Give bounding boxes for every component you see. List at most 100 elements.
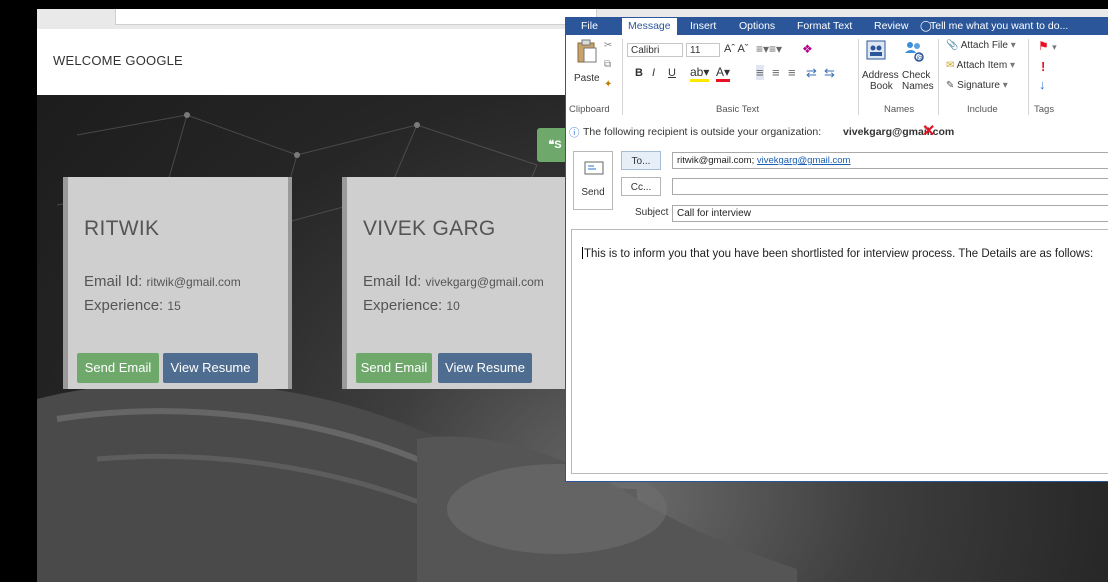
- to-button[interactable]: To...: [621, 151, 661, 170]
- send-button[interactable]: Send: [573, 151, 613, 210]
- candidate-experience: 15: [167, 299, 181, 313]
- tab-file[interactable]: File: [581, 18, 598, 35]
- align-center-icon[interactable]: ≡: [772, 65, 780, 80]
- address-book-label-1: Address: [862, 70, 899, 81]
- address-book-label-2: Book: [870, 81, 893, 92]
- signature-label: Signature: [957, 80, 1000, 91]
- view-resume-button[interactable]: View Resume: [438, 353, 532, 383]
- to-recipient: ritwik@gmail.com;: [677, 155, 755, 166]
- envelope-icon: [584, 161, 604, 175]
- bullets-icon[interactable]: ≡▾≡▾: [756, 42, 782, 56]
- basic-text-group-label: Basic Text: [716, 104, 760, 115]
- check-names-label-2: Names: [902, 81, 934, 92]
- attach-file-label: Attach File: [960, 40, 1008, 51]
- to-field[interactable]: ritwik@gmail.com; vivekgarg@gmail.com: [672, 152, 1108, 169]
- cc-field[interactable]: [672, 178, 1108, 195]
- underline-button[interactable]: U: [668, 67, 676, 79]
- info-icon: ⓘ: [569, 127, 580, 139]
- outlook-compose-window: File Message Insert Options Format Text …: [565, 17, 1108, 482]
- infobar-message: The following recipient is outside your …: [583, 126, 822, 138]
- tab-options[interactable]: Options: [739, 18, 775, 35]
- check-names-button[interactable]: Check Names: [902, 70, 934, 92]
- tab-review[interactable]: Review: [874, 18, 908, 35]
- send-email-button[interactable]: Send Email: [77, 353, 159, 383]
- paste-button[interactable]: Paste: [574, 73, 600, 84]
- align-left-icon[interactable]: ≡: [756, 65, 764, 80]
- candidate-email: vivekgarg@gmail.com: [425, 275, 544, 289]
- names-group-label: Names: [884, 104, 915, 115]
- cc-button[interactable]: Cc...: [621, 177, 661, 196]
- candidate-email: ritwik@gmail.com: [146, 275, 241, 289]
- text-cursor: [582, 247, 583, 259]
- experience-label: Experience:: [363, 297, 443, 314]
- paste-icon: [577, 39, 597, 63]
- to-recipient-link[interactable]: vivekgarg@gmail.com: [757, 155, 851, 166]
- grow-font-icon[interactable]: Aˆ Aˇ: [724, 43, 748, 55]
- send-email-button[interactable]: Send Email: [356, 353, 432, 383]
- external-recipient-infobar: ⓘ The following recipient is outside you…: [566, 120, 1108, 144]
- include-group-label: Include: [967, 104, 998, 115]
- candidate-name: VIVEK GARG: [363, 217, 496, 240]
- tab-format-text[interactable]: Format Text: [797, 18, 852, 35]
- subject-label: Subject: [635, 207, 669, 218]
- font-color-icon[interactable]: A▾: [716, 65, 731, 82]
- low-importance-icon[interactable]: ↓: [1039, 77, 1046, 92]
- close-icon[interactable]: ✕: [922, 121, 935, 141]
- group-separator: [858, 39, 859, 115]
- italic-button[interactable]: I: [652, 67, 655, 79]
- clear-formatting-icon[interactable]: ❖: [802, 42, 813, 56]
- subject-field[interactable]: Call for interview: [672, 205, 1108, 222]
- welcome-text: WELCOME GOOGLE: [53, 53, 183, 68]
- format-painter-icon[interactable]: ✦: [604, 79, 612, 90]
- candidate-experience-line: Experience: 10: [363, 297, 460, 314]
- group-separator: [938, 39, 939, 115]
- attach-item-button[interactable]: ✉ Attach Item ▾: [946, 60, 1015, 71]
- svg-text:@: @: [917, 55, 924, 62]
- ribbon-tab-bar: File Message Insert Options Format Text …: [566, 17, 1108, 35]
- font-name-select[interactable]: Calibri: [627, 43, 683, 57]
- tell-me-search[interactable]: Tell me what you want to do...: [930, 18, 1068, 35]
- copy-icon[interactable]: ⧉: [604, 59, 611, 70]
- infobar-email: vivekgarg@gmail.com: [843, 126, 955, 138]
- tab-message[interactable]: Message: [622, 18, 677, 35]
- indent-icon[interactable]: ⇄: [806, 65, 817, 81]
- candidate-card: RITWIK Email Id: ritwik@gmail.com Experi…: [63, 177, 292, 389]
- send-label: Send: [581, 187, 605, 198]
- high-importance-icon[interactable]: !: [1041, 59, 1045, 74]
- attach-item-label: Attach Item: [956, 60, 1008, 71]
- check-names-icon: @: [905, 42, 924, 62]
- group-separator: [1028, 39, 1029, 115]
- tags-group-label: Tags: [1034, 104, 1055, 115]
- check-names-label-1: Check: [902, 70, 931, 81]
- email-label: Email Id:: [363, 273, 422, 290]
- highlight-icon[interactable]: ab▾: [690, 65, 710, 82]
- experience-label: Experience:: [84, 297, 164, 314]
- follow-up-flag-icon[interactable]: ⚑ ▾: [1038, 39, 1057, 53]
- attach-item-icon: ✉: [946, 60, 955, 71]
- message-body-editor[interactable]: This is to inform you that you have been…: [571, 229, 1108, 474]
- bold-button[interactable]: B: [635, 67, 643, 79]
- candidate-experience-line: Experience: 15: [84, 297, 181, 314]
- candidate-experience: 10: [446, 299, 460, 313]
- attach-file-button[interactable]: 📎 Attach File ▾: [946, 40, 1016, 51]
- signature-icon: ✎: [946, 80, 955, 91]
- email-label: Email Id:: [84, 273, 143, 290]
- candidate-name: RITWIK: [84, 217, 160, 240]
- tab-insert[interactable]: Insert: [690, 18, 716, 35]
- signature-button[interactable]: ✎ Signature ▾: [946, 80, 1008, 91]
- outdent-icon[interactable]: ⇆: [824, 65, 835, 81]
- view-resume-button[interactable]: View Resume: [163, 353, 258, 383]
- group-separator: [622, 39, 623, 115]
- ribbon: Paste ✂ ⧉ ✦ Clipboard Calibri 11 Aˆ Aˇ ≡…: [566, 35, 1108, 121]
- address-book-icon: [866, 40, 886, 60]
- address-book-button[interactable]: Address Book: [862, 70, 899, 92]
- browser-address-bar[interactable]: [115, 9, 597, 25]
- cut-icon[interactable]: ✂: [604, 40, 612, 51]
- align-right-icon[interactable]: ≡: [788, 65, 796, 80]
- candidate-email-line: Email Id: ritwik@gmail.com: [84, 273, 241, 290]
- candidate-card: VIVEK GARG Email Id: vivekgarg@gmail.com…: [342, 177, 571, 389]
- message-body-text: This is to inform you that you have been…: [582, 247, 1093, 260]
- message-body-content: This is to inform you that you have been…: [584, 248, 1094, 260]
- paperclip-icon: 📎: [946, 40, 959, 51]
- font-size-select[interactable]: 11: [686, 43, 720, 57]
